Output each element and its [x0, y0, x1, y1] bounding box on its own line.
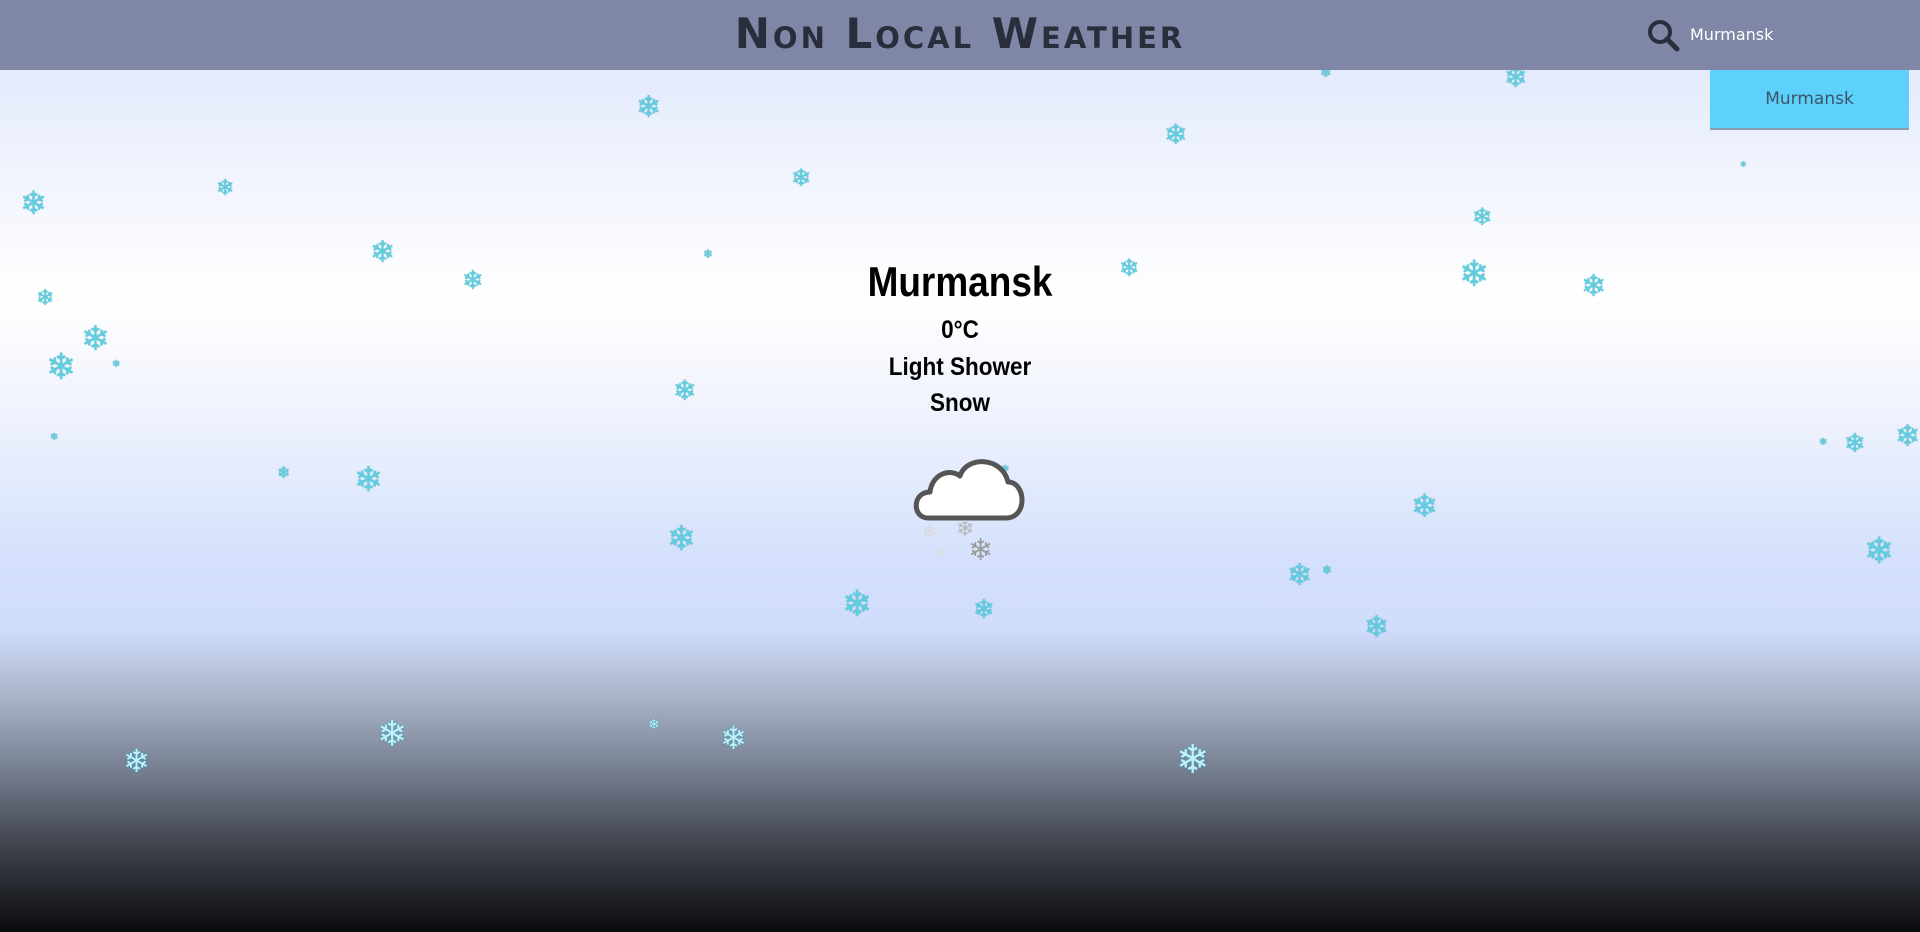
snowflake-icon: ❄ [1287, 558, 1313, 593]
snowflake-icon: ❄ [81, 319, 110, 359]
snowflake-icon: ❄ [1176, 737, 1210, 783]
snowflake-icon: ❄ [720, 719, 747, 757]
temperature-value: 0°C [941, 316, 979, 344]
snowflake-icon: ❄ [36, 286, 55, 311]
top-bar: Non Local Weather [0, 0, 1920, 70]
snowflake-icon: ❄ [1581, 269, 1607, 304]
snowflake-icon: ❄ [1844, 429, 1866, 459]
svg-text:❄: ❄ [922, 522, 937, 543]
snowflake-icon: ❄ [636, 90, 662, 125]
snowflake-icon: ❄ [1164, 118, 1188, 151]
app-title: Non Local Weather [734, 9, 1186, 58]
city-name: Murmansk [867, 258, 1053, 305]
snowflake-icon: ❄ [370, 235, 396, 270]
search-bar [1646, 16, 1896, 54]
snowflake-icon: ❄ [1895, 419, 1920, 454]
svg-text:❄: ❄ [934, 546, 946, 562]
svg-text:❄: ❄ [968, 533, 993, 568]
snowflake-icon: ❄ [1472, 203, 1493, 231]
snowflake-icon: ❄ [20, 184, 47, 222]
snowflake-icon: ❄ [50, 432, 59, 443]
search-suggestions: Murmansk [1710, 70, 1909, 130]
snowflake-icon: ❄ [703, 247, 714, 261]
cloud-snow-icon: ❄ ❄ ❄ ❄ [913, 459, 1025, 568]
snowflake-icon: ❄ [277, 463, 291, 482]
snowflake-icon: ❄ [1364, 610, 1390, 645]
snowflake-icon: ❄ [1459, 254, 1490, 295]
snowflake-icon: ❄ [1322, 563, 1333, 577]
snowflake-icon: ❄ [1740, 160, 1747, 169]
snowflake-icon: ❄ [112, 359, 121, 370]
suggestion-item[interactable]: Murmansk [1710, 70, 1909, 128]
snowflake-icon: ❄ [46, 347, 77, 388]
snowflake-icon: ❄ [791, 164, 812, 192]
snowflake-icon: ❄ [973, 595, 995, 625]
snowflake-icon: ❄ [216, 176, 235, 201]
snowflake-icon: ❄ [354, 460, 383, 500]
search-input[interactable] [1688, 21, 1892, 47]
snowflake-icon: ❄ [1411, 487, 1438, 525]
snowflake-icon: ❄ [673, 374, 697, 407]
snowflake-icon: ❄ [123, 742, 150, 780]
snowflake-icon: ❄ [648, 717, 660, 733]
snowflake-icon: ❄ [1819, 437, 1828, 448]
snowflake-icon: ❄ [462, 266, 484, 296]
snowflake-icon: ❄ [842, 584, 873, 625]
weather-condition: Light Shower Snow [888, 353, 1032, 417]
search-icon[interactable] [1646, 18, 1680, 52]
snowflake-icon: ❄ [377, 714, 408, 755]
weather-panel: Murmansk 0°C Light Shower Snow [760, 255, 1160, 421]
snowflake-icon: ❄ [1864, 531, 1895, 572]
snowflake-icon: ❄ [667, 519, 696, 559]
